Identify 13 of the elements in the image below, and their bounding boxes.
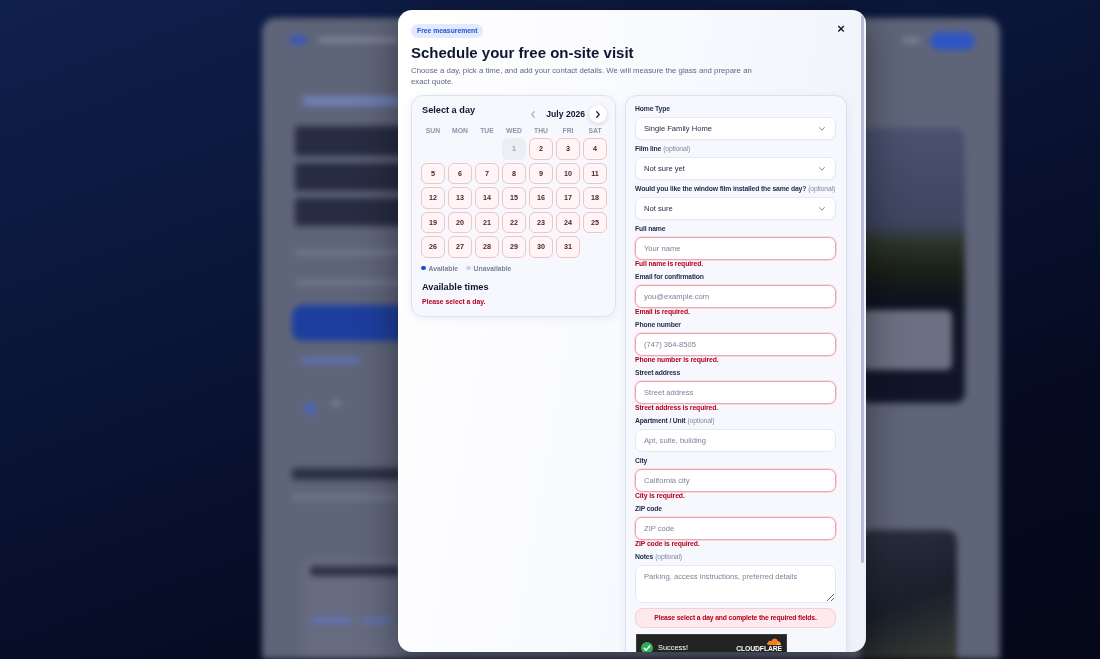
dialog-title: Schedule your free on-site visit: [411, 43, 635, 62]
chevron-left-icon: [531, 110, 536, 118]
section-heading: Select a day: [422, 105, 476, 116]
section-heading: Available times: [422, 281, 490, 293]
chevron-down-icon: [819, 166, 825, 171]
scrollbar-thumb[interactable]: [861, 15, 864, 563]
chevron-right-icon: [596, 110, 600, 118]
cloud-icon: [766, 637, 781, 645]
chevron-down-icon: [819, 206, 825, 211]
month-label: July 2026: [546, 109, 585, 119]
close-button[interactable]: ×: [835, 22, 847, 36]
chevron-down-icon: [819, 126, 825, 131]
next-month-button[interactable]: [589, 105, 607, 123]
